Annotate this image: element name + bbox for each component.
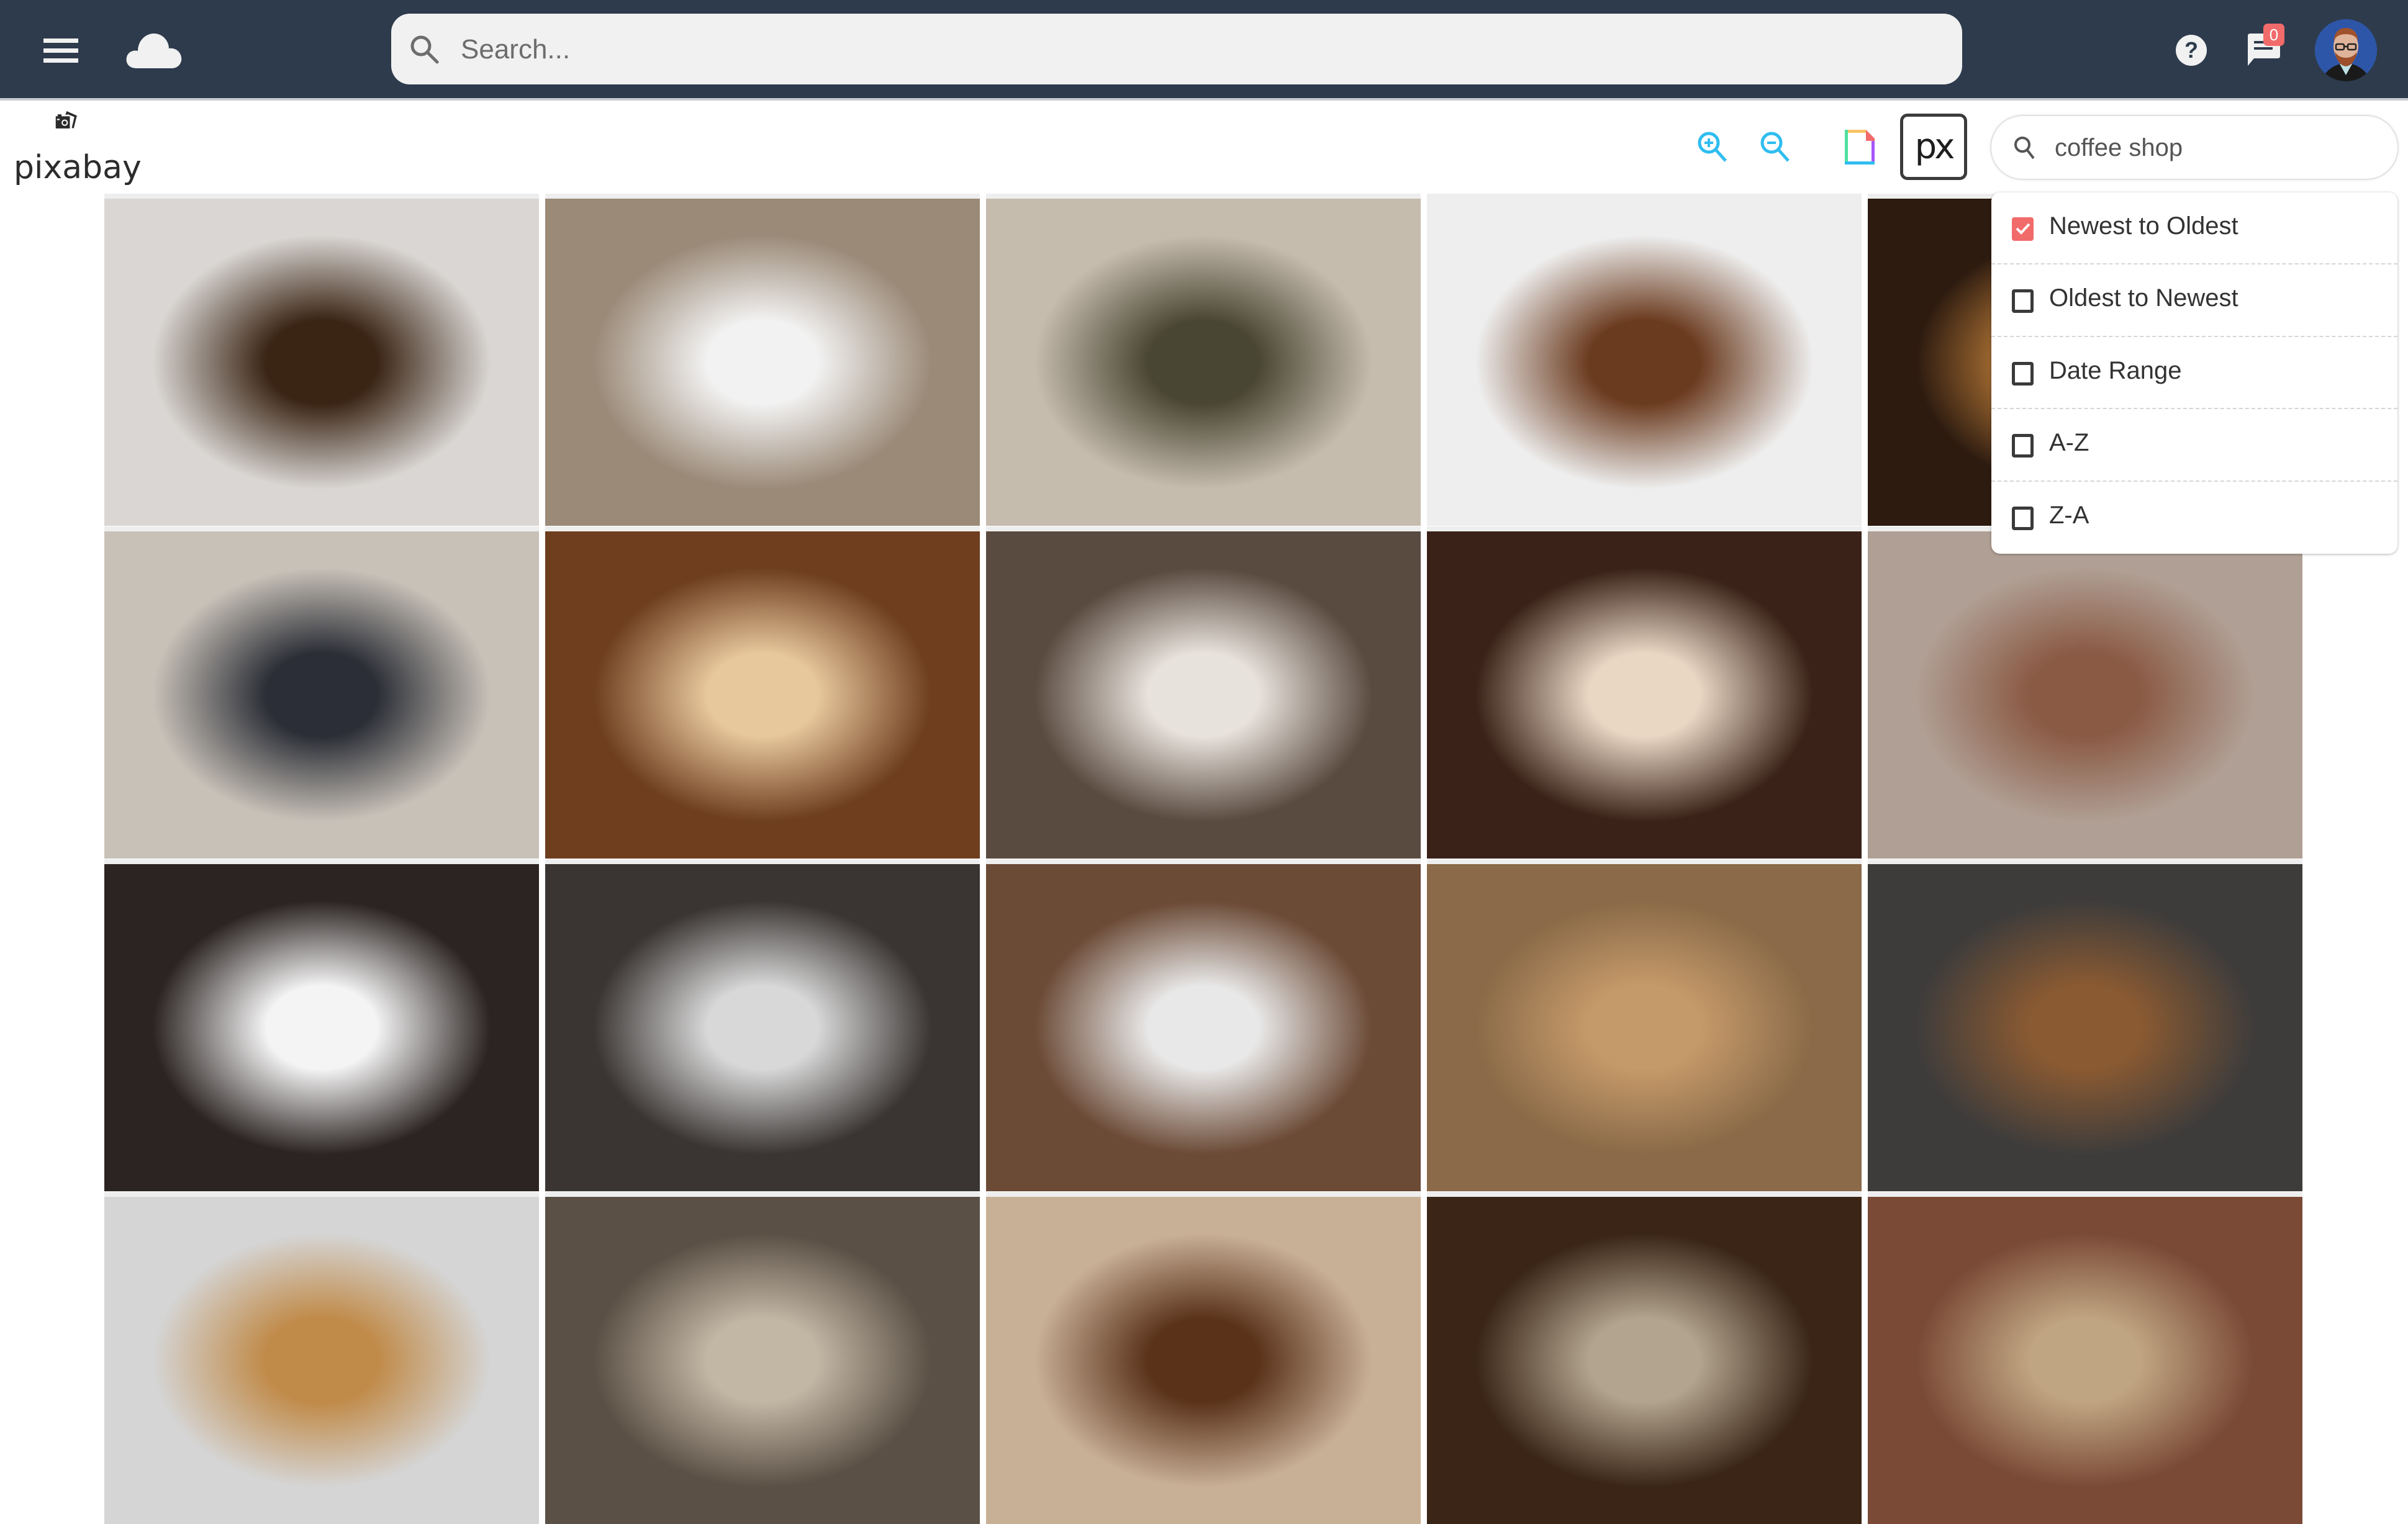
help-circle-icon[interactable]: ? bbox=[2175, 34, 2207, 66]
image-search-input[interactable] bbox=[2053, 116, 2379, 180]
gallery-image-tile[interactable]: Metal scoop in coffee beans bbox=[1427, 1197, 1862, 1524]
sort-option[interactable]: Oldest to Newest bbox=[1991, 264, 2397, 337]
messages-count-badge: 0 bbox=[2263, 24, 2284, 46]
checkbox-unchecked[interactable] bbox=[2012, 434, 2034, 458]
gallery-image-tile[interactable]: Milk pouring into latte art bbox=[1427, 531, 1862, 859]
global-search-input[interactable] bbox=[459, 14, 1940, 86]
gallery-image-tile[interactable]: Burlap sack of coffee beans bbox=[1868, 1197, 2302, 1524]
zoom-in-icon[interactable] bbox=[1696, 130, 1729, 164]
sort-option[interactable]: Newest to Oldest bbox=[1991, 192, 2397, 265]
global-search-bar bbox=[391, 14, 1962, 86]
gallery-image-tile[interactable]: Heap of coffee beans bbox=[986, 1197, 1421, 1524]
gallery-image-tile[interactable]: Frothy coffee cup on wood with leaves bbox=[1427, 864, 1862, 1191]
search-icon bbox=[2014, 137, 2035, 160]
checkbox-unchecked[interactable] bbox=[2012, 361, 2034, 386]
checkmark-icon bbox=[2016, 223, 2030, 235]
gallery-image-tile[interactable]: Black coffee with milk jug and beans bbox=[104, 864, 539, 1191]
search-icon bbox=[410, 35, 439, 64]
sort-option-label: Date Range bbox=[2049, 356, 2182, 384]
sort-option[interactable]: A-Z bbox=[1991, 409, 2397, 482]
px-logo-button[interactable]: px bbox=[1900, 114, 1967, 180]
pixabay-logo-text[interactable]: pixabay bbox=[14, 149, 142, 186]
new-document-icon[interactable] bbox=[1844, 129, 1876, 166]
svg-text:?: ? bbox=[2184, 37, 2198, 63]
gallery-image-tile[interactable]: Espresso machine pouring into cup bbox=[545, 864, 980, 1191]
gallery-image-tile[interactable]: Espresso cup with blue checkered saucer bbox=[545, 199, 980, 526]
gallery-image-tile[interactable]: Latte art cup beside cake slice bbox=[104, 1197, 539, 1524]
hamburger-menu-icon[interactable] bbox=[43, 38, 78, 63]
gallery-image-tile[interactable]: Tiny figure fishing in coffee cup bbox=[1868, 531, 2302, 859]
gallery-image-tile[interactable]: Person with latte at cafe table bbox=[986, 531, 1421, 859]
sort-option[interactable]: Z-A bbox=[1991, 482, 2397, 554]
zoom-out-icon[interactable] bbox=[1759, 130, 1791, 164]
gallery-image-tile[interactable]: Coffee pouring from hand-held cup bbox=[1868, 864, 2302, 1191]
pixabay-logo-camera-icon[interactable] bbox=[11, 110, 129, 149]
sort-option-label: A-Z bbox=[2049, 429, 2089, 457]
checkbox-checked[interactable] bbox=[2012, 217, 2034, 241]
top-navigation-bar: ? 0 bbox=[0, 0, 2408, 101]
cloud-icon[interactable] bbox=[124, 30, 184, 70]
sort-option-label: Oldest to Newest bbox=[2049, 284, 2238, 312]
gallery-image-tile[interactable]: Roasted coffee beans pile close-up bbox=[545, 531, 980, 859]
gallery-image-tile[interactable]: Pouring coffee into glass mugs on table bbox=[104, 531, 539, 859]
checkbox-unchecked[interactable] bbox=[2012, 506, 2034, 530]
image-search-field bbox=[1991, 116, 2397, 180]
sort-option-label: Newest to Oldest bbox=[2049, 212, 2238, 240]
avatar-portrait-icon bbox=[2315, 19, 2377, 81]
sort-option-label: Z-A bbox=[2049, 501, 2089, 529]
user-avatar[interactable] bbox=[2315, 19, 2377, 81]
gallery-image-tile[interactable]: Smiling face in black coffee cup bbox=[104, 199, 539, 526]
gallery-image-tile[interactable]: Small latte cup by window bbox=[545, 1197, 980, 1524]
gallery-image-tile[interactable]: Iced coffee in glass with spoon bbox=[986, 864, 1421, 1191]
sort-dropdown-menu: Newest to Oldest Oldest to Newest Date Ran… bbox=[1991, 192, 2397, 554]
checkbox-unchecked[interactable] bbox=[2012, 289, 2034, 313]
gallery-image-tile[interactable]: Barista pouring kettle into aeropress bbox=[986, 199, 1421, 526]
sort-option[interactable]: Date Range bbox=[1991, 337, 2397, 410]
gallery-image-tile[interactable]: Coffee beans spilling from white cup bbox=[1427, 199, 1862, 526]
